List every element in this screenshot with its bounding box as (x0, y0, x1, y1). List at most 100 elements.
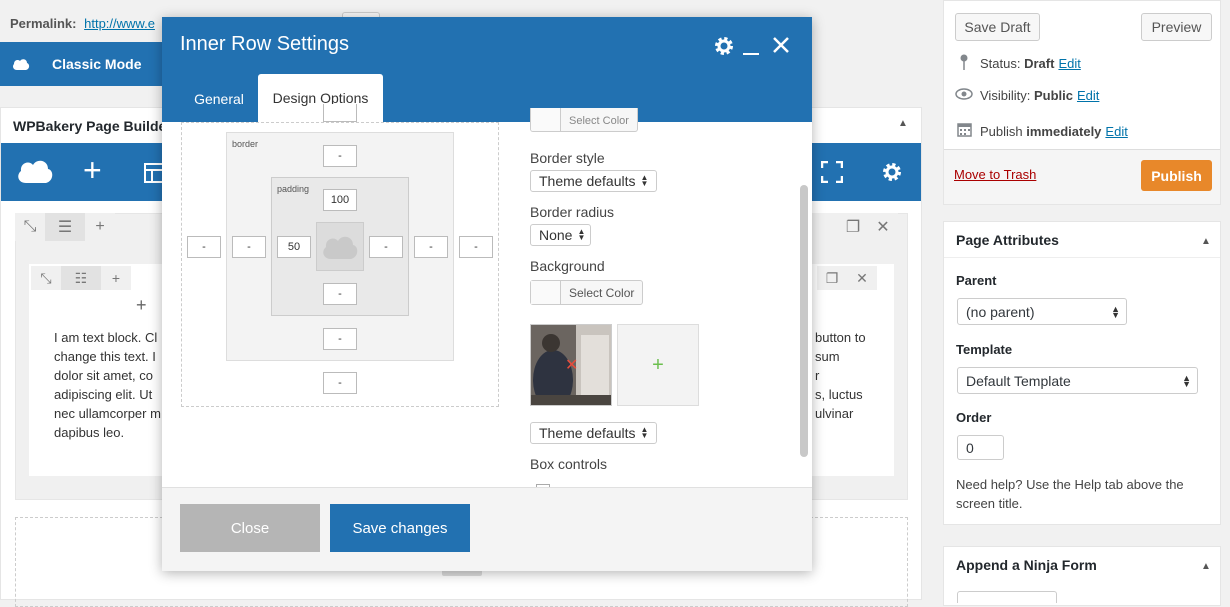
permalink-label: Permalink: (10, 16, 77, 31)
border-right-input[interactable]: - (414, 236, 448, 258)
wpbakery-logo-icon[interactable] (16, 155, 54, 187)
publish-value: immediately (1026, 123, 1102, 139)
text-line: s, luctus (815, 387, 863, 402)
inner-row-controls: ⤡ ☷ + (31, 266, 131, 290)
inner-row-layout-icon[interactable]: ☷ (61, 266, 101, 290)
color-swatch (531, 108, 561, 131)
order-input[interactable]: 0 (957, 435, 1004, 460)
template-select[interactable]: Default Template ▲ ▼ (957, 367, 1198, 394)
tab-design-options[interactable]: Design Options (258, 74, 383, 122)
margin-bottom-input[interactable]: - (323, 372, 357, 394)
modal-minimize-icon[interactable] (743, 35, 759, 55)
select-color-label: Select Color (569, 114, 629, 127)
background-label: Background (530, 258, 605, 274)
inner-row-delete-icon[interactable]: ✕ (847, 266, 877, 290)
inner-row-add-icon[interactable]: + (101, 266, 131, 290)
row-move-icon[interactable]: ⤡ (15, 213, 45, 241)
inner-row-move-icon[interactable]: ⤡ (31, 266, 61, 290)
save-draft-button[interactable]: Save Draft (955, 13, 1040, 41)
modal-settings-gear-icon[interactable] (713, 35, 735, 57)
settings-gear-icon[interactable] (881, 161, 903, 183)
modal-title: Inner Row Settings (180, 33, 349, 55)
background-style-value: Theme defaults (539, 425, 636, 441)
inner-row-clone-icon[interactable]: ❐ (817, 266, 847, 290)
background-style-select[interactable]: Theme defaults ▲ ▼ (530, 422, 657, 444)
row-add-icon[interactable]: + (85, 213, 115, 241)
metabox-toggle-icon[interactable]: ▲ (898, 118, 908, 129)
help-text: Need help? Use the Help tab above the sc… (956, 477, 1184, 511)
move-to-trash-link[interactable]: Move to Trash (954, 167, 1036, 182)
tab-general[interactable]: General (180, 75, 258, 122)
inner-row-controls-right: ❐ ✕ (817, 266, 877, 290)
padding-bottom-input[interactable]: - (323, 283, 357, 305)
template-icon[interactable] (144, 163, 164, 183)
parent-label: Parent (956, 273, 997, 288)
status-row: Status: Draft Edit (955, 54, 1081, 73)
remove-image-icon[interactable]: ✕ (565, 355, 578, 375)
select-arrows-icon: ▲ ▼ (640, 173, 649, 188)
divider (944, 257, 1220, 258)
parent-value: (no parent) (966, 303, 1035, 320)
pin-icon (955, 54, 973, 73)
border-top-input[interactable]: - (323, 145, 357, 167)
ninja-form-select[interactable] (957, 591, 1057, 603)
modal-scrollbar[interactable] (800, 185, 808, 457)
page-attributes-toggle-icon[interactable]: ▲ (1201, 236, 1211, 247)
classic-mode-label: Classic Mode (52, 56, 142, 72)
add-image-icon[interactable]: + (617, 324, 699, 406)
color-swatch (531, 281, 561, 304)
permalink-link[interactable]: http://www.e (84, 16, 155, 31)
calendar-icon (955, 122, 973, 140)
visibility-label: Visibility: (980, 88, 1031, 103)
margin-right-input[interactable]: - (459, 236, 493, 258)
visibility-row: Visibility: Public Edit (955, 88, 1099, 103)
add-element-small-icon[interactable]: + (136, 295, 147, 316)
ninja-form-toggle-icon[interactable]: ▲ (1201, 561, 1211, 572)
status-edit-link[interactable]: Edit (1058, 56, 1080, 71)
content-box (316, 222, 364, 271)
text-line: I am text block. Cl (54, 330, 158, 345)
fullscreen-icon[interactable] (821, 161, 843, 183)
text-block-right: button to sum r s, luctus ulvinar (815, 328, 895, 423)
save-changes-button[interactable]: Save changes (330, 504, 470, 552)
modal-close-icon[interactable] (771, 35, 791, 55)
publish-button[interactable]: Publish (1141, 160, 1212, 191)
preview-button[interactable]: Preview (1141, 13, 1212, 41)
text-line: ulvinar (815, 406, 854, 421)
background-image-thumbnail[interactable]: ✕ (530, 324, 612, 406)
border-bottom-input[interactable]: - (323, 328, 357, 350)
row-layout-icon[interactable]: ☰ (45, 213, 85, 241)
text-line: dolor sit amet, co (54, 368, 153, 383)
padding-top-input[interactable]: 100 (323, 189, 357, 211)
close-button[interactable]: Close (180, 504, 320, 552)
padding-right-input[interactable]: - (369, 236, 403, 258)
select-arrows-icon: ▲ ▼ (1111, 303, 1120, 320)
parent-select[interactable]: (no parent) ▲ ▼ (957, 298, 1127, 325)
select-color-label: Select Color (569, 285, 635, 300)
visibility-edit-link[interactable]: Edit (1077, 88, 1099, 103)
select-arrows-icon: ▲ ▼ (577, 227, 586, 242)
row-clone-icon[interactable]: ❐ (838, 213, 868, 241)
text-line: r (815, 368, 820, 383)
text-line: sum (815, 349, 840, 364)
margin-top-input[interactable] (323, 104, 357, 122)
margin-left-input[interactable]: - (187, 236, 221, 258)
classic-mode-button[interactable]: Classic Mode (0, 42, 170, 86)
row-delete-icon[interactable]: ✕ (868, 213, 898, 241)
border-style-select[interactable]: Theme defaults ▲ ▼ (530, 170, 657, 192)
text-line: dapibus leo. (54, 425, 125, 440)
background-color-picker[interactable]: Select Color (530, 280, 644, 305)
order-label: Order (956, 410, 992, 425)
publish-edit-link[interactable]: Edit (1105, 124, 1127, 139)
text-line: change this text. I (54, 349, 156, 364)
border-left-input[interactable]: - (232, 236, 266, 258)
border-style-value: Theme defaults (539, 173, 636, 189)
text-block-left: I am text block. Cl change this text. I … (54, 328, 164, 442)
add-element-icon[interactable]: + (83, 153, 102, 187)
border-radius-label: Border radius (530, 204, 615, 220)
border-color-picker[interactable]: Select Color (530, 108, 638, 132)
padding-left-input[interactable]: 50 (277, 236, 311, 258)
border-radius-select[interactable]: None ▲ ▼ (530, 224, 591, 246)
wpbakery-logo-icon (323, 236, 358, 259)
row-edit-icon[interactable] (808, 213, 838, 241)
